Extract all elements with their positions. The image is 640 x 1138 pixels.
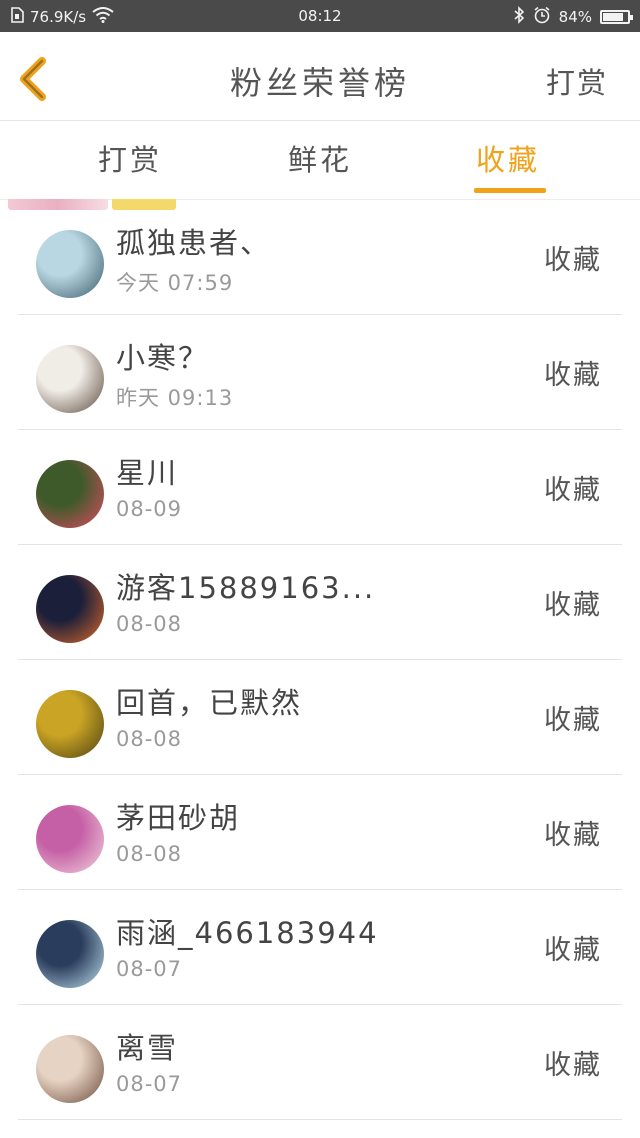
tab-tip[interactable]: 打赏: [98, 137, 162, 179]
timestamp: 昨天 09:13: [116, 386, 234, 410]
bluetooth-icon: [513, 6, 525, 28]
avatar[interactable]: [36, 920, 104, 988]
avatar[interactable]: [36, 575, 104, 643]
timestamp: 08-09: [116, 497, 183, 521]
timestamp: 今天 07:59: [116, 271, 234, 295]
user-name: 回首，已默然: [116, 686, 303, 720]
timestamp: 08-07: [116, 1072, 183, 1096]
list-item[interactable]: 回首，已默然 08-08 收藏: [18, 660, 622, 775]
status-bar: 76.9K/s 08:12 84%: [0, 0, 640, 32]
user-name: 雨涵_466183944: [116, 916, 379, 950]
timestamp: 08-07: [116, 957, 183, 981]
user-name: 游客15889163...: [116, 571, 376, 605]
battery-icon: [600, 10, 633, 24]
action-label: 收藏: [544, 935, 602, 966]
action-label: 收藏: [544, 245, 602, 276]
action-label: 收藏: [544, 705, 602, 736]
action-label: 收藏: [544, 475, 602, 506]
timestamp: 08-08: [116, 727, 183, 751]
timestamp: 08-08: [116, 842, 183, 866]
list-item[interactable]: 离雪 08-07 收藏: [18, 1005, 622, 1120]
battery-percent: 84%: [558, 8, 592, 26]
user-name: 星川: [116, 456, 179, 490]
active-tab-indicator: [474, 188, 546, 193]
battery-fill: [603, 13, 624, 21]
action-label: 收藏: [544, 360, 602, 391]
list-item[interactable]: 茅田砂胡 08-08 收藏: [18, 775, 622, 890]
avatar[interactable]: [36, 230, 104, 298]
list-item[interactable]: 雨涵_466183944 08-07 收藏: [18, 890, 622, 1005]
timestamp: 08-08: [116, 612, 183, 636]
tip-button[interactable]: 打赏: [546, 60, 608, 102]
user-name: 孤独患者、: [116, 226, 272, 260]
user-name: 小寒？: [116, 341, 210, 375]
header: 粉丝荣誉榜 打赏: [0, 32, 640, 121]
page-title: 粉丝荣誉榜: [229, 64, 410, 102]
avatar[interactable]: [36, 1035, 104, 1103]
avatar[interactable]: [36, 460, 104, 528]
avatar[interactable]: [36, 805, 104, 873]
action-label: 收藏: [544, 590, 602, 621]
avatar[interactable]: [36, 690, 104, 758]
action-label: 收藏: [544, 1050, 602, 1081]
list-item[interactable]: 小寒？ 昨天 09:13 收藏: [18, 315, 622, 430]
avatar[interactable]: [36, 345, 104, 413]
action-label: 收藏: [544, 820, 602, 851]
user-name: 离雪: [116, 1031, 179, 1065]
list-item[interactable]: 孤独患者、今天 07:59 收藏: [18, 200, 622, 315]
list-item[interactable]: 游客15889163... 08-08 收藏: [18, 545, 622, 660]
user-name: 茅田砂胡: [116, 801, 241, 835]
list-item[interactable]: 星川 08-09 收藏: [18, 430, 622, 545]
tab-bar: 打赏 鲜花 收藏: [0, 121, 640, 200]
tab-flowers[interactable]: 鲜花: [288, 137, 352, 179]
tab-favorites[interactable]: 收藏: [476, 137, 540, 179]
alarm-icon: [533, 6, 551, 28]
